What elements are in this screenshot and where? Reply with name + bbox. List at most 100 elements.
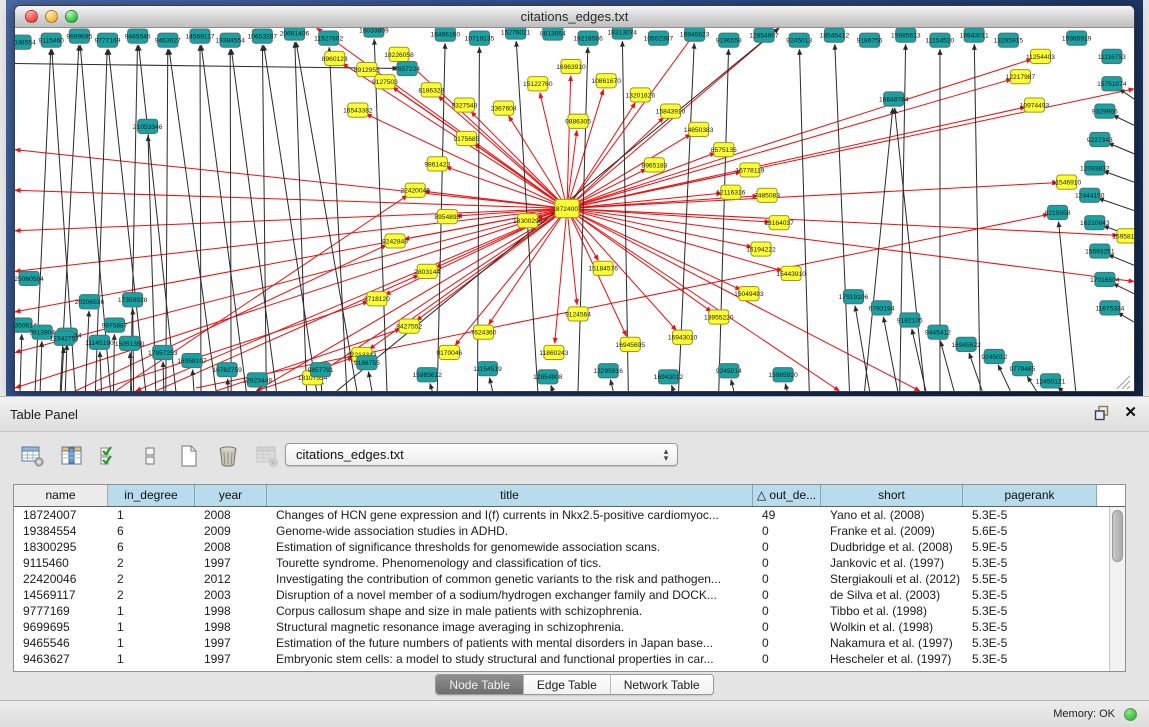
graph-edge: [201, 45, 246, 391]
table-row[interactable]: 977716911998Corpus callosum shape and si…: [14, 603, 1109, 619]
tab-edge-table[interactable]: Edge Table: [524, 675, 611, 694]
select-columns-icon[interactable]: [98, 444, 124, 468]
cell-short: Tibbo et al. (1998): [821, 603, 963, 619]
graph-node-label: 15184576: [588, 266, 618, 273]
table-row[interactable]: 911546021997Tourette syndrome. Phenomeno…: [14, 555, 1109, 571]
graph-node-label: 12450121: [1036, 378, 1066, 385]
memory-status-label: Memory: OK: [1053, 701, 1115, 727]
tab-network-table[interactable]: Network Table: [611, 675, 713, 694]
network-canvas[interactable]: 1872400789601238912955182260589127503165…: [15, 28, 1134, 391]
graph-edge: [540, 93, 567, 209]
cell-in_degree: 6: [108, 539, 195, 555]
create-column-icon[interactable]: [176, 444, 202, 468]
status-bar: Memory: OK: [0, 700, 1149, 727]
column-header-pagerank[interactable]: pagerank: [963, 485, 1097, 506]
close-button[interactable]: [25, 10, 38, 23]
column-header-out_degree[interactable]: △ out_de...: [753, 485, 821, 506]
cell-out_degree: 0: [753, 635, 821, 651]
delete-table-icon[interactable]: [254, 444, 280, 468]
table-selector-value: citations_edges.txt: [286, 447, 659, 462]
table-mode-icon[interactable]: [20, 444, 46, 468]
graph-node-label: 11546910: [1052, 180, 1081, 187]
column-header-in_degree[interactable]: in_degree: [108, 485, 195, 506]
graph-node-label: 16033809: [359, 28, 389, 34]
graph-node-label: 17919106: [839, 294, 869, 301]
graph-edge: [166, 49, 168, 391]
network-window-titlebar[interactable]: citations_edges.txt: [15, 6, 1134, 28]
close-panel-icon[interactable]: ✕: [1124, 405, 1137, 421]
table-row[interactable]: 1456911722003Disruption of a novel membe…: [14, 587, 1109, 603]
table-row[interactable]: 969969511998Structural magnetic resonanc…: [14, 619, 1109, 635]
graph-node-label: 8954893: [434, 214, 460, 221]
graph-edge: [228, 379, 229, 391]
graph-node-label: 12444150: [1075, 193, 1105, 200]
table-row[interactable]: 946554611997Estimation of the future num…: [14, 635, 1109, 651]
cell-out_degree: 0: [753, 603, 821, 619]
graph-node-label: 2803144: [414, 269, 440, 276]
memory-status-indicator[interactable]: [1124, 708, 1137, 721]
delete-column-icon[interactable]: [215, 444, 241, 468]
column-header-title[interactable]: title: [267, 485, 753, 506]
graph-edge: [883, 317, 897, 391]
graph-node-label: 16543382: [343, 108, 373, 115]
graph-node-label: 16963910: [556, 64, 586, 71]
column-header-year[interactable]: year: [195, 485, 267, 506]
cell-out_degree: 0: [753, 523, 821, 539]
graph-edge: [567, 134, 691, 208]
graph-node-label: 12854908: [533, 374, 563, 381]
graph-edge: [855, 306, 870, 391]
graph-edge: [1108, 255, 1134, 266]
cell-in_degree: 1: [108, 619, 195, 635]
minimize-button[interactable]: [45, 10, 58, 23]
graph-edge: [20, 334, 22, 391]
cell-title: Corpus callosum shape and size in male p…: [267, 603, 753, 619]
row-options-icon[interactable]: [137, 444, 163, 468]
table-row[interactable]: 1872400712008Changes of HCN gene express…: [14, 507, 1109, 523]
table-row[interactable]: 2242004622012Investigating the contribut…: [14, 571, 1109, 587]
table-row[interactable]: 1830029562008Estimation of significance …: [14, 539, 1109, 555]
table-selector-dropdown[interactable]: citations_edges.txt ▴▾: [285, 443, 678, 466]
graph-node-label: 9186756: [857, 38, 883, 45]
graph-node-label: 13295916: [593, 368, 623, 375]
show-column-icon[interactable]: [59, 444, 85, 468]
cell-name: 9463627: [14, 651, 108, 667]
cell-name: 19384554: [14, 523, 108, 539]
column-header-short[interactable]: short: [821, 485, 963, 506]
graph-node-label: 16648784: [879, 96, 909, 103]
graph-node-label: 9327548: [452, 102, 478, 109]
graph-node-label: 15276021: [501, 29, 531, 36]
graph-node-label: 17957253: [148, 350, 178, 357]
graph-node-label: 9861423: [424, 161, 450, 168]
float-panel-icon[interactable]: [1094, 405, 1110, 421]
graph-node-label: 17359928: [118, 297, 148, 304]
cell-short: Hescheler et al. (1997): [821, 651, 963, 667]
graph-edge: [329, 47, 347, 391]
zoom-button[interactable]: [65, 10, 78, 23]
cell-title: Genome-wide association studies in ADHD.: [267, 523, 753, 539]
graph-node-label: 9182105: [897, 317, 923, 324]
graph-node-label: 16945622: [951, 342, 981, 349]
attribute-table: namein_degreeyeartitle△ out_de...shortpa…: [13, 484, 1126, 672]
graph-node-label: 17016504: [1090, 277, 1120, 284]
scrollbar-thumb[interactable]: [1112, 510, 1123, 562]
vertical-scrollbar[interactable]: [1109, 507, 1125, 671]
graph-node-label: 20691406: [280, 30, 310, 37]
column-header-name[interactable]: name: [14, 485, 108, 506]
graph-node-label: 16945623: [680, 31, 710, 38]
tab-node-table[interactable]: Node Table: [436, 675, 524, 694]
resize-grip[interactable]: [1117, 376, 1130, 389]
cell-out_degree: 49: [753, 507, 821, 523]
graph-edge: [567, 208, 741, 289]
graph-node-label: 9886305: [565, 119, 591, 126]
graph-edge: [785, 384, 787, 391]
table-row[interactable]: 1938455462009Genome-wide association stu…: [14, 523, 1109, 539]
cell-out_degree: 0: [753, 539, 821, 555]
cell-pagerank: 5.3E-5: [963, 619, 1097, 635]
cell-year: 1998: [195, 603, 267, 619]
graph-node-label: 9699695: [66, 34, 92, 41]
table-row[interactable]: 946362711997Embryonic stem cells: a mode…: [14, 651, 1109, 667]
graph-edge: [200, 45, 201, 391]
graph-node-label: 15985613: [891, 33, 921, 40]
graph-node-label: 18313074: [608, 29, 638, 36]
graph-node-label: 9124564: [565, 311, 591, 318]
